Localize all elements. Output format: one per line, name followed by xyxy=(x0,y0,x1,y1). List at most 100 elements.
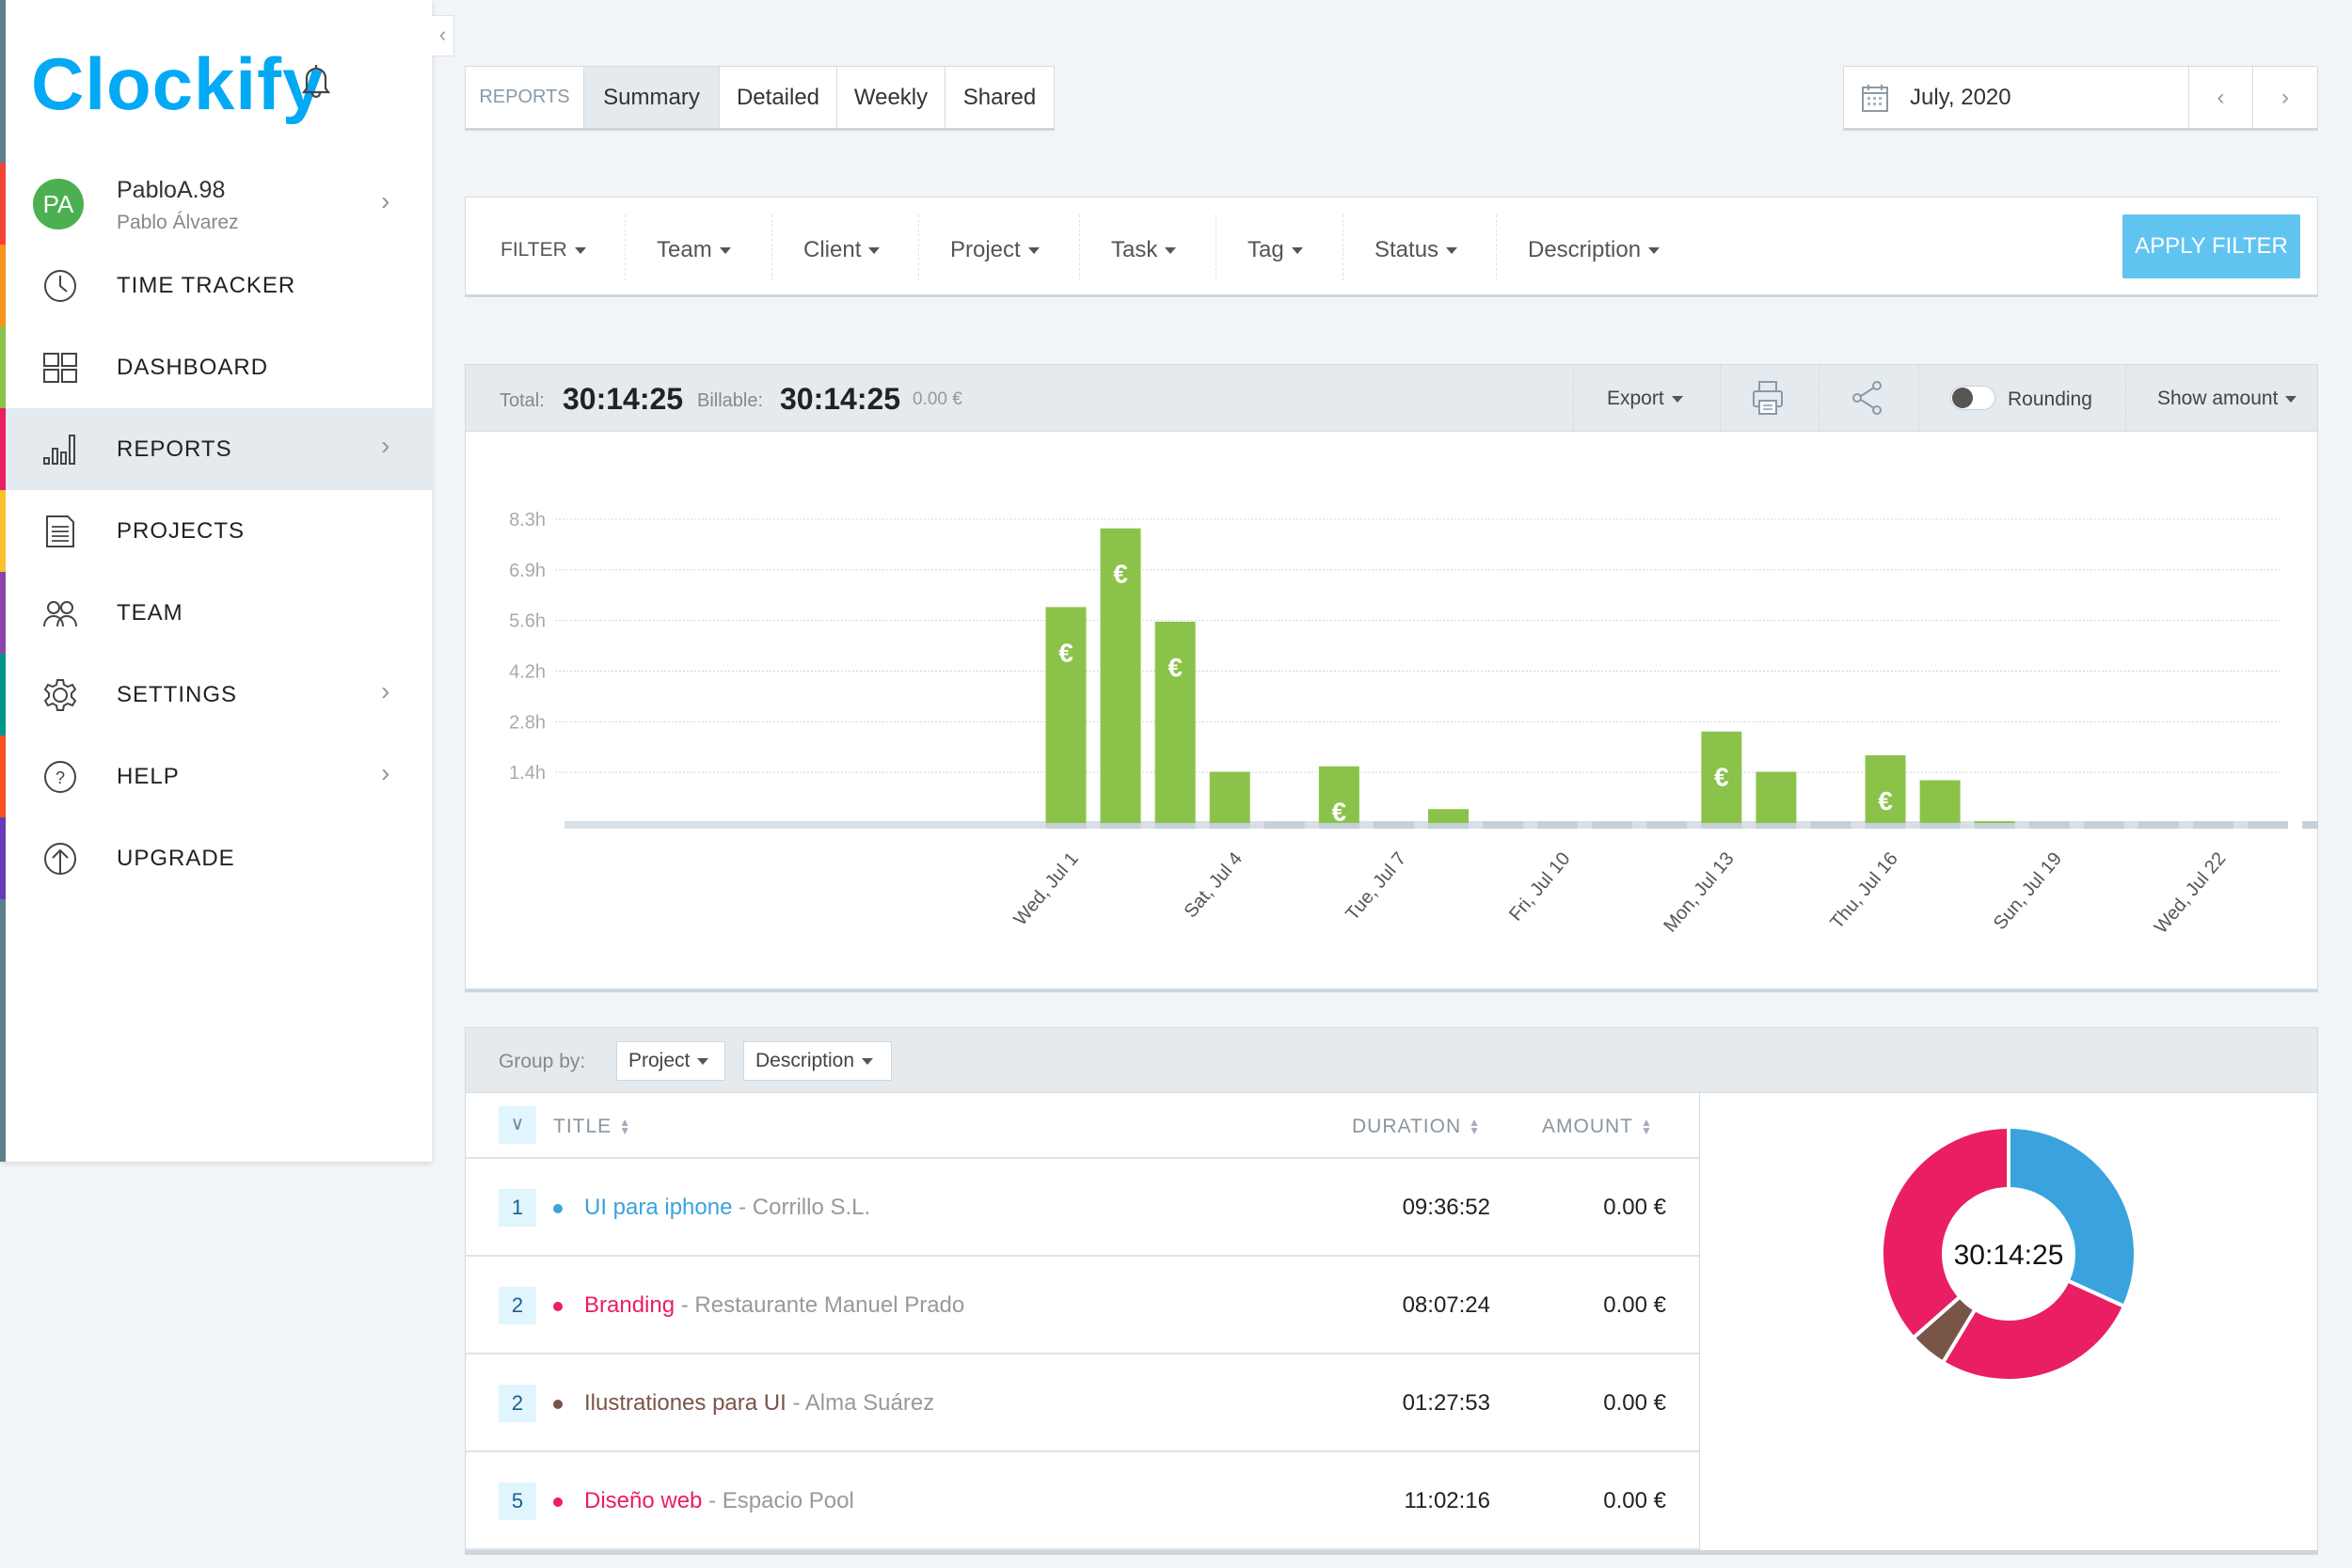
filter-client[interactable]: Client xyxy=(803,237,881,263)
divider xyxy=(771,214,772,280)
sidebar: Clockify PA PabloA.98 Pablo Álvarez › TI… xyxy=(0,0,432,1162)
sidebar-item-settings[interactable]: SETTINGS › xyxy=(6,654,432,736)
filter-status[interactable]: Status xyxy=(1375,237,1458,263)
donut-slice[interactable] xyxy=(1880,1124,2010,1341)
group-by-secondary-dropdown[interactable]: Description xyxy=(743,1041,892,1081)
duration: 08:07:24 xyxy=(1402,1292,1490,1318)
project-color-dot xyxy=(553,1497,563,1507)
day-slot xyxy=(1263,821,1305,829)
tab-reports[interactable]: REPORTS xyxy=(466,67,584,128)
y-tick-label: 6.9h xyxy=(509,561,546,581)
username: PabloA.98 xyxy=(117,177,226,203)
sidebar-item-label: PROJECTS xyxy=(117,518,246,544)
project-name[interactable]: UI para iphone xyxy=(584,1195,732,1220)
entry-count-badge[interactable]: 2 xyxy=(499,1385,536,1422)
entry-count-badge[interactable]: 5 xyxy=(499,1482,536,1520)
day-slot xyxy=(1537,821,1579,829)
caret-down-icon xyxy=(1648,247,1661,255)
sidebar-item-label: REPORTS xyxy=(117,436,232,462)
next-period-button[interactable]: › xyxy=(2253,67,2317,128)
collapse-sidebar-button[interactable]: ‹ xyxy=(432,15,454,56)
table-row[interactable]: 2 Ilustrationes para UI - Alma Suárez 01:2… xyxy=(466,1354,1699,1452)
group-by-primary-dropdown[interactable]: Project xyxy=(616,1041,725,1081)
apply-filter-button[interactable]: APPLY FILTER xyxy=(2122,214,2300,278)
prev-period-button[interactable]: ‹ xyxy=(2189,67,2253,128)
clock-icon xyxy=(41,268,79,304)
sidebar-item-upgrade[interactable]: UPGRADE xyxy=(6,817,432,899)
project-name[interactable]: Diseño web xyxy=(584,1488,702,1513)
project-title: Ilustrationes para UI - Alma Suárez xyxy=(584,1390,934,1417)
date-range-value: July, 2020 xyxy=(1910,84,2011,110)
project-name[interactable]: Branding xyxy=(584,1292,675,1318)
tab-detailed[interactable]: Detailed xyxy=(720,67,837,128)
table-row[interactable]: 2 Branding - Restaurante Manuel Prado 08:0… xyxy=(466,1257,1699,1354)
tab-weekly[interactable]: Weekly xyxy=(837,67,946,128)
x-axis xyxy=(564,821,2282,829)
bar[interactable] xyxy=(1919,780,1961,823)
donut-slice[interactable] xyxy=(1940,1277,2127,1383)
print-icon[interactable] xyxy=(1751,380,1785,420)
clockify-logo[interactable]: Clockify xyxy=(31,41,324,127)
group-by-panel: Group by: Project Description ∨ TITLE ▲ ▼ … xyxy=(465,1027,2318,1555)
totals-bar: Total: 30:14:25 Billable: 30:14:25 0.00 … xyxy=(465,364,2318,432)
day-slot xyxy=(2248,821,2289,829)
column-title[interactable]: TITLE ▲ ▼ xyxy=(553,1116,631,1138)
total-label: Total: xyxy=(500,390,545,411)
client-name: - Espacio Pool xyxy=(708,1488,854,1513)
filter-tag[interactable]: Tag xyxy=(1248,237,1303,263)
table-row[interactable]: 1 UI para iphone - Corrillo S.L. 09:36:52 0… xyxy=(466,1159,1699,1257)
chevron-right-icon[interactable]: › xyxy=(381,186,389,216)
filter-filter[interactable]: FILTER xyxy=(501,239,586,261)
entry-count-badge[interactable]: 2 xyxy=(499,1287,536,1324)
export-dropdown[interactable]: Export xyxy=(1607,388,1683,410)
entry-count-badge[interactable]: 1 xyxy=(499,1189,536,1227)
caret-down-icon xyxy=(1291,247,1303,255)
bar[interactable] xyxy=(1209,771,1250,823)
bar[interactable] xyxy=(1427,809,1469,823)
filter-project[interactable]: Project xyxy=(950,237,1040,263)
day-slot xyxy=(2137,821,2179,829)
filter-task[interactable]: Task xyxy=(1111,237,1177,263)
column-duration[interactable]: DURATION ▲ ▼ xyxy=(1352,1116,1481,1138)
donut-slice[interactable] xyxy=(2007,1124,2137,1309)
sidebar-item-dashboard[interactable]: DASHBOARD xyxy=(6,326,432,408)
rounding-toggle[interactable] xyxy=(1950,386,1995,410)
filter-team[interactable]: Team xyxy=(657,237,731,263)
amount: 0.00 € xyxy=(1603,1390,1666,1416)
caret-down-icon xyxy=(868,247,881,255)
day-slot xyxy=(2192,821,2233,829)
help-icon: ? xyxy=(41,759,79,795)
sidebar-item-projects[interactable]: PROJECTS xyxy=(6,490,432,572)
day-slot xyxy=(1592,821,1633,829)
share-icon[interactable] xyxy=(1851,380,1884,420)
project-name[interactable]: Ilustrationes para UI xyxy=(584,1390,787,1416)
sidebar-item-help[interactable]: ? HELP › xyxy=(6,736,432,817)
sidebar-item-label: HELP xyxy=(117,764,180,789)
svg-text:?: ? xyxy=(56,768,65,787)
expand-all-chevron-icon[interactable]: ∨ xyxy=(499,1106,536,1144)
tab-summary[interactable]: Summary xyxy=(584,67,720,128)
column-amount[interactable]: AMOUNT ▲ ▼ xyxy=(1542,1116,1653,1138)
sidebar-item-label: SETTINGS xyxy=(117,682,238,707)
bar-chart-icon xyxy=(41,432,79,467)
chevron-right-icon: › xyxy=(381,676,390,705)
project-title: Branding - Restaurante Manuel Prado xyxy=(584,1292,964,1319)
x-tick-label: Sat, Jul 4 xyxy=(1181,848,1247,922)
tab-shared[interactable]: Shared xyxy=(946,67,1054,128)
bar[interactable] xyxy=(1974,821,2015,823)
x-tick-label: Fri, Jul 10 xyxy=(1505,848,1574,925)
filter-description[interactable]: Description xyxy=(1528,237,1661,263)
x-tick-label: Wed, Jul 22 xyxy=(2151,848,2231,938)
bar[interactable] xyxy=(1756,771,1797,823)
date-range-picker: July, 2020 ‹ › xyxy=(1843,66,2318,131)
show-amount-dropdown[interactable]: Show amount xyxy=(2157,388,2297,410)
sidebar-item-time-tracker[interactable]: TIME TRACKER xyxy=(6,245,432,326)
sidebar-item-reports[interactable]: REPORTS › xyxy=(6,408,432,490)
color-strip xyxy=(0,898,6,1162)
team-icon xyxy=(41,595,79,631)
bell-icon[interactable] xyxy=(301,62,331,104)
amount: 0.00 € xyxy=(1603,1195,1666,1220)
sidebar-item-team[interactable]: TEAM xyxy=(6,572,432,654)
date-range-field[interactable]: July, 2020 xyxy=(1844,67,2189,128)
table-row[interactable]: 5 Diseño web - Espacio Pool 11:02:16 0.00 € xyxy=(466,1452,1699,1550)
